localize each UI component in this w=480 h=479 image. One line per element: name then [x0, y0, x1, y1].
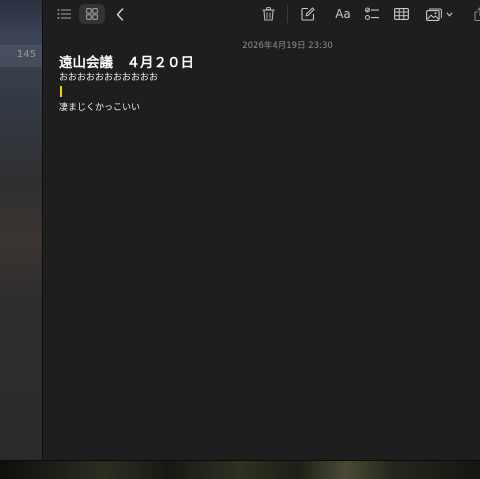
text-caret	[60, 86, 62, 97]
notes-window: 145 Aa 2026年4月19日 23:30 遠山会議 ４月２０日 おおおおお…	[0, 0, 480, 479]
trash-icon[interactable]	[260, 4, 276, 24]
note-text-line[interactable]: 凄まじくかっこいい	[59, 102, 469, 114]
gallery-view-icon[interactable]	[83, 4, 101, 24]
text-format-icon[interactable]: Aa	[332, 4, 354, 24]
note-panel: Aa 2026年4月19日 23:30 遠山会議 ４月２０日 おおおおおおおおお…	[43, 0, 480, 461]
compose-icon[interactable]	[300, 4, 316, 24]
note-body[interactable]: 遠山会議 ４月２０日 おおおおおおおおおおお 凄まじくかっこいい	[59, 55, 469, 114]
toolbar-separator	[287, 5, 288, 23]
sidebar-folder-row[interactable]: 145	[0, 45, 42, 67]
chevron-down-icon[interactable]	[444, 4, 454, 24]
note-timestamp: 2026年4月19日 23:30	[242, 41, 333, 51]
toolbar: Aa	[43, 0, 480, 30]
media-icon[interactable]	[425, 4, 443, 24]
share-icon[interactable]	[473, 4, 480, 24]
desktop-wallpaper	[0, 461, 480, 479]
chevron-left-icon[interactable]	[113, 4, 127, 24]
checklist-icon[interactable]	[364, 4, 380, 24]
folder-note-count: 145	[16, 49, 36, 60]
note-text-line[interactable]: おおおおおおおおおおお	[59, 72, 469, 84]
text-format-label: Aa	[335, 7, 351, 21]
list-view-icon[interactable]	[55, 4, 73, 24]
table-icon[interactable]	[393, 4, 410, 24]
sidebar: 145	[0, 0, 42, 461]
note-title[interactable]: 遠山会議 ４月２０日	[59, 55, 469, 72]
